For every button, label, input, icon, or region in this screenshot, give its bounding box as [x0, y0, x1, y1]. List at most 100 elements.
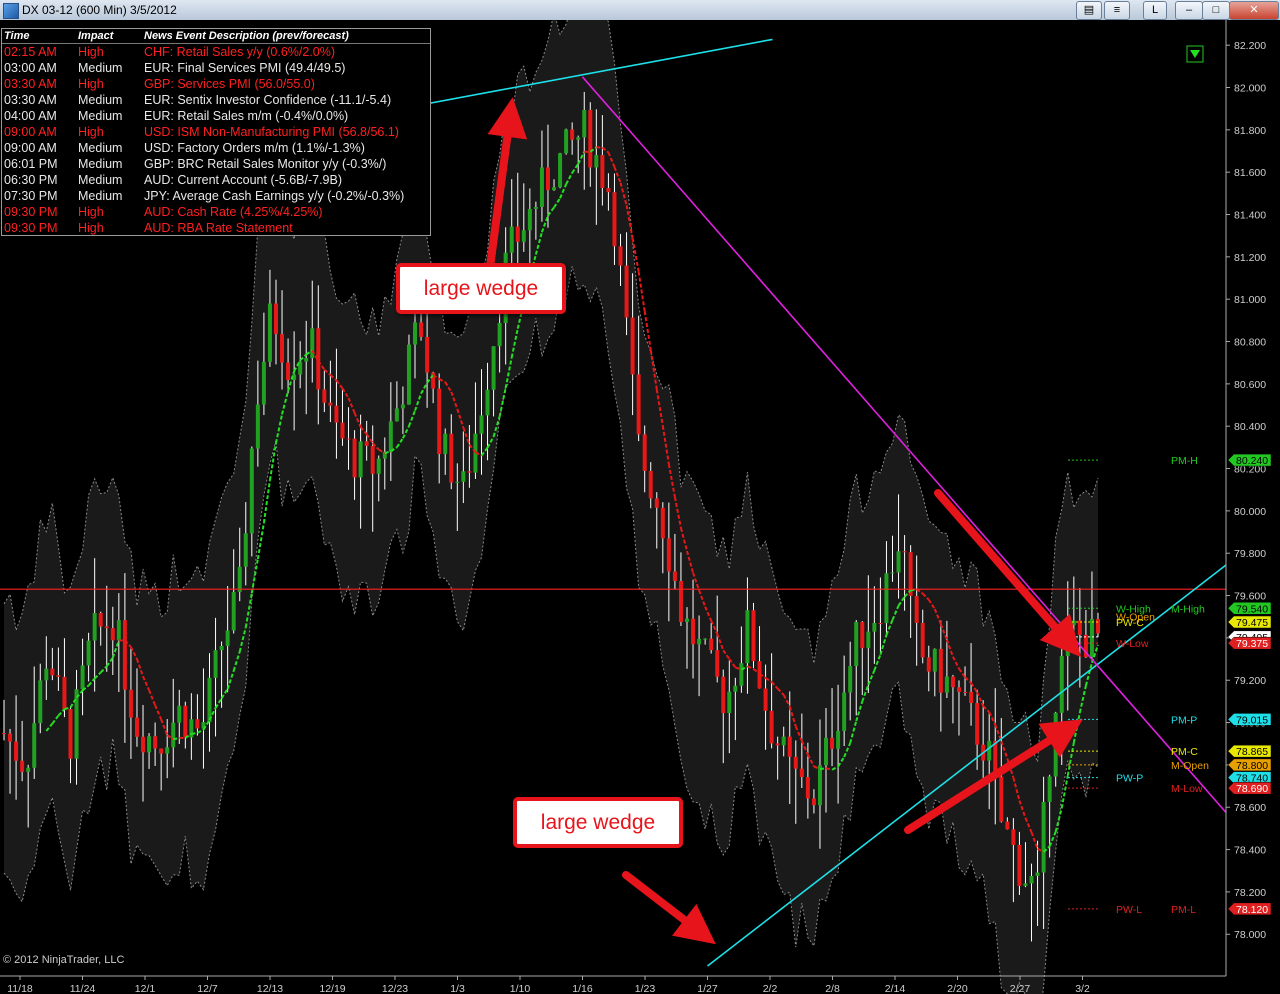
- candle-body: [159, 748, 164, 754]
- candle-body: [491, 346, 496, 390]
- candle-body: [872, 622, 877, 632]
- candle-body: [975, 703, 980, 745]
- candle-body: [902, 551, 907, 553]
- candle-body: [128, 689, 133, 718]
- x-tick-label: 2/14: [885, 983, 906, 994]
- candle-body: [243, 533, 248, 567]
- y-tick-label: 78.000: [1234, 929, 1266, 941]
- candle-body: [999, 776, 1004, 822]
- candle-body: [630, 317, 635, 375]
- candle-body: [866, 631, 871, 649]
- news-row: 06:01 PM Medium GBP: BRC Retail Sales Moni…: [2, 156, 430, 172]
- x-tick-label: 12/19: [319, 983, 345, 994]
- candle-body: [884, 573, 889, 624]
- candle-body: [775, 743, 780, 746]
- list-icon[interactable]: ≡: [1104, 1, 1130, 20]
- candle-body: [920, 622, 925, 658]
- candle-body: [50, 668, 55, 676]
- candle-body: [727, 691, 732, 714]
- news-description: USD: Factory Orders m/m (1.1%/-1.3%): [144, 141, 365, 155]
- news-description: CHF: Retail Sales y/y (0.6%/2.0%): [144, 45, 336, 59]
- candle-body: [672, 571, 677, 581]
- candle-body: [449, 433, 454, 483]
- candle-body: [80, 665, 85, 690]
- candle-body: [963, 691, 968, 693]
- candle-body: [44, 668, 49, 681]
- candle-body: [582, 109, 587, 138]
- y-tick-label: 81.800: [1234, 125, 1266, 137]
- candle-body: [896, 551, 901, 573]
- minimize-button[interactable]: –: [1175, 1, 1203, 20]
- price-tag-label: 79.540: [1236, 603, 1268, 615]
- candle-body: [419, 322, 424, 337]
- candle-body: [20, 760, 25, 772]
- candle-body: [485, 389, 490, 416]
- candle-body: [642, 434, 647, 471]
- candle-body: [648, 470, 653, 499]
- news-row: 09:00 AM High USD: ISM Non-Manufacturing P…: [2, 124, 430, 140]
- x-tick-label: 2/8: [825, 983, 840, 994]
- news-impact: Medium: [78, 141, 123, 155]
- news-description: GBP: BRC Retail Sales Monitor y/y (-0.3%…: [144, 157, 387, 171]
- candle-body: [364, 441, 369, 446]
- candle-body: [842, 692, 847, 731]
- news-header-row: Time Impact News Event Description (prev…: [2, 29, 430, 44]
- y-tick-label: 81.600: [1234, 167, 1266, 179]
- candle-body: [219, 645, 224, 651]
- news-description: AUD: Cash Rate (4.25%/4.25%): [144, 205, 323, 219]
- candle-body: [388, 421, 393, 452]
- y-tick-label: 81.000: [1234, 294, 1266, 306]
- news-impact: Medium: [78, 109, 123, 123]
- candle-body: [249, 448, 254, 534]
- x-tick-label: 2/20: [947, 983, 968, 994]
- candle-body: [811, 798, 816, 806]
- price-tag-label: 78.800: [1236, 760, 1268, 772]
- candle-body: [618, 246, 623, 266]
- close-button[interactable]: ✕: [1229, 1, 1279, 20]
- print-icon[interactable]: ▤: [1076, 1, 1102, 20]
- candle-body: [836, 730, 841, 749]
- maximize-button[interactable]: □: [1202, 1, 1230, 20]
- x-tick-label: 1/3: [450, 983, 465, 994]
- x-tick-label: 1/10: [510, 983, 531, 994]
- news-impact: High: [78, 221, 104, 235]
- candle-body: [358, 441, 363, 478]
- candle-body: [739, 663, 744, 686]
- candle-body: [987, 740, 992, 761]
- candle-body: [521, 230, 526, 242]
- candle-body: [636, 374, 641, 435]
- link-button[interactable]: L: [1143, 1, 1167, 20]
- candle-body: [654, 498, 659, 508]
- news-impact: High: [78, 205, 104, 219]
- price-tag-label: 80.240: [1236, 455, 1268, 467]
- large-wedge-label-upper: large wedge: [396, 263, 566, 314]
- level-label: PM-C: [1171, 746, 1198, 758]
- y-tick-label: 78.600: [1234, 802, 1266, 814]
- news-time: 09:30 PM: [4, 221, 58, 235]
- window-title: DX 03-12 (600 Min) 3/5/2012: [22, 3, 177, 17]
- candle-body: [969, 691, 974, 704]
- candle-body: [425, 336, 430, 373]
- candle-body: [1005, 821, 1010, 830]
- candle-body: [38, 680, 43, 724]
- x-tick-label: 11/18: [7, 983, 33, 994]
- news-row: 03:30 AM Medium EUR: Sentix Investor Confi…: [2, 92, 430, 108]
- news-row: 06:30 PM Medium AUD: Current Account (-5.6…: [2, 172, 430, 188]
- candle-body: [527, 208, 532, 231]
- candle-body: [956, 687, 961, 692]
- news-impact: Medium: [78, 173, 123, 187]
- news-header-impact: Impact: [76, 29, 142, 44]
- news-description: EUR: Final Services PMI (49.4/49.5): [144, 61, 346, 75]
- x-tick-label: 11/24: [70, 983, 96, 994]
- candle-body: [2, 733, 6, 735]
- candle-body: [286, 362, 291, 380]
- window-titlebar: DX 03-12 (600 Min) 3/5/2012 ▤ ≡ L – □ ✕: [0, 0, 1280, 21]
- candle-body: [588, 109, 593, 168]
- news-table: Time Impact News Event Description (prev…: [2, 29, 430, 236]
- candle-body: [594, 155, 599, 168]
- candle-body: [1059, 656, 1064, 713]
- x-tick-label: 12/13: [257, 983, 283, 994]
- candle-body: [932, 648, 937, 672]
- level-label: PW-C: [1116, 617, 1144, 629]
- level-label: PW-L: [1116, 904, 1142, 916]
